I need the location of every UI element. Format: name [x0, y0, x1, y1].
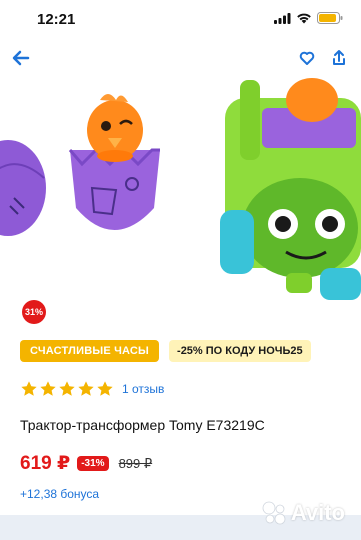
share-button[interactable] [325, 44, 353, 72]
avito-watermark: Avito [261, 500, 345, 526]
share-icon [326, 45, 352, 71]
price-old: 899 ₽ [118, 455, 153, 471]
star-icon [59, 381, 75, 396]
wifi-icon [297, 13, 311, 24]
bonus-label[interactable]: +12,38 бонуса [20, 487, 99, 501]
star-icon [78, 381, 94, 396]
discount-chip: 31% [22, 300, 46, 324]
price-current: 619 ₽ [20, 453, 71, 474]
product-image-gallery[interactable] [0, 38, 361, 300]
avito-wordmark: Avito [290, 500, 345, 525]
star-icon [40, 381, 56, 396]
promo-row: СЧАСТЛИВЫЕ ЧАСЫ -25% ПО КОДУ НОЧЬ25 [20, 340, 311, 362]
happy-hours-badge[interactable]: СЧАСТЛИВЫЕ ЧАСЫ [20, 340, 160, 362]
price-discount-badge: -31% [77, 456, 109, 471]
status-time: 12:21 [37, 11, 76, 28]
battery-icon [317, 12, 343, 24]
back-button[interactable] [8, 44, 36, 72]
arrow-left-icon [12, 50, 30, 66]
price-row: 619 ₽ -31% 899 ₽ [20, 452, 152, 475]
reviews-link[interactable]: 1 отзыв [122, 382, 164, 396]
signal-icon [274, 12, 291, 24]
product-title: Трактор-трансформер Tomy E73219C [20, 417, 265, 433]
status-bar: 12:21 [0, 0, 361, 38]
product-photo [0, 78, 361, 300]
favorite-button[interactable] [293, 44, 321, 72]
star-icon [21, 381, 37, 396]
rating-stars [20, 380, 114, 398]
avito-logo-icon [262, 501, 286, 525]
status-icons [274, 12, 343, 24]
rating-row: 1 отзыв [20, 380, 164, 398]
heart-icon [294, 45, 320, 71]
promo-code-badge[interactable]: -25% ПО КОДУ НОЧЬ25 [169, 340, 311, 362]
star-icon [97, 381, 113, 396]
